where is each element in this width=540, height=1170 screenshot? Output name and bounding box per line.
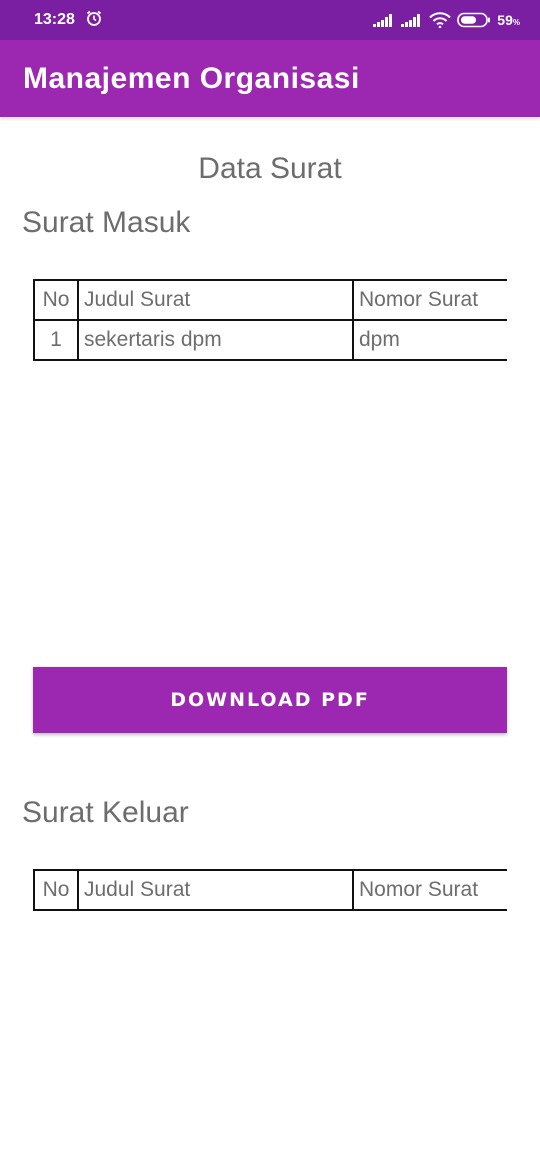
alarm-icon xyxy=(85,9,103,32)
header-nomor-surat: Nomor Surat xyxy=(352,279,507,321)
table-header-row: No Judul Surat Nomor Surat xyxy=(33,869,507,911)
wifi-icon xyxy=(429,12,452,28)
header-nomor-surat: Nomor Surat xyxy=(352,869,507,911)
cell-nomor-surat: dpm xyxy=(352,319,507,361)
cell-no: 1 xyxy=(33,319,79,361)
status-bar: 13:28 59% xyxy=(0,0,540,40)
surat-keluar-table: No Judul Surat Nomor Surat xyxy=(33,869,507,911)
battery-level: 59% xyxy=(497,12,520,28)
app-bar: Manajemen Organisasi xyxy=(0,40,540,117)
table-row: 1 sekertaris dpm dpm xyxy=(33,319,507,361)
app-title: Manajemen Organisasi xyxy=(23,61,360,95)
header-judul-surat: Judul Surat xyxy=(77,869,354,911)
status-right: 59% xyxy=(373,12,520,28)
header-no: No xyxy=(33,279,79,321)
surat-masuk-title: Surat Masuk xyxy=(22,206,191,239)
cell-judul-surat: sekertaris dpm xyxy=(77,319,354,361)
signal-icon xyxy=(401,13,423,27)
battery-unit: % xyxy=(512,18,520,27)
signal-icon xyxy=(373,13,395,27)
header-no: No xyxy=(33,869,79,911)
page-heading: Data Surat xyxy=(198,152,342,185)
download-pdf-button[interactable]: Download PDF xyxy=(33,667,507,733)
battery-icon xyxy=(457,12,491,28)
status-left: 13:28 xyxy=(34,9,103,32)
surat-keluar-title: Surat Keluar xyxy=(22,796,189,829)
header-judul-surat: Judul Surat xyxy=(77,279,354,321)
surat-masuk-table: No Judul Surat Nomor Surat 1 sekertaris … xyxy=(33,279,507,361)
status-time: 13:28 xyxy=(34,11,75,28)
table-header-row: No Judul Surat Nomor Surat xyxy=(33,279,507,321)
